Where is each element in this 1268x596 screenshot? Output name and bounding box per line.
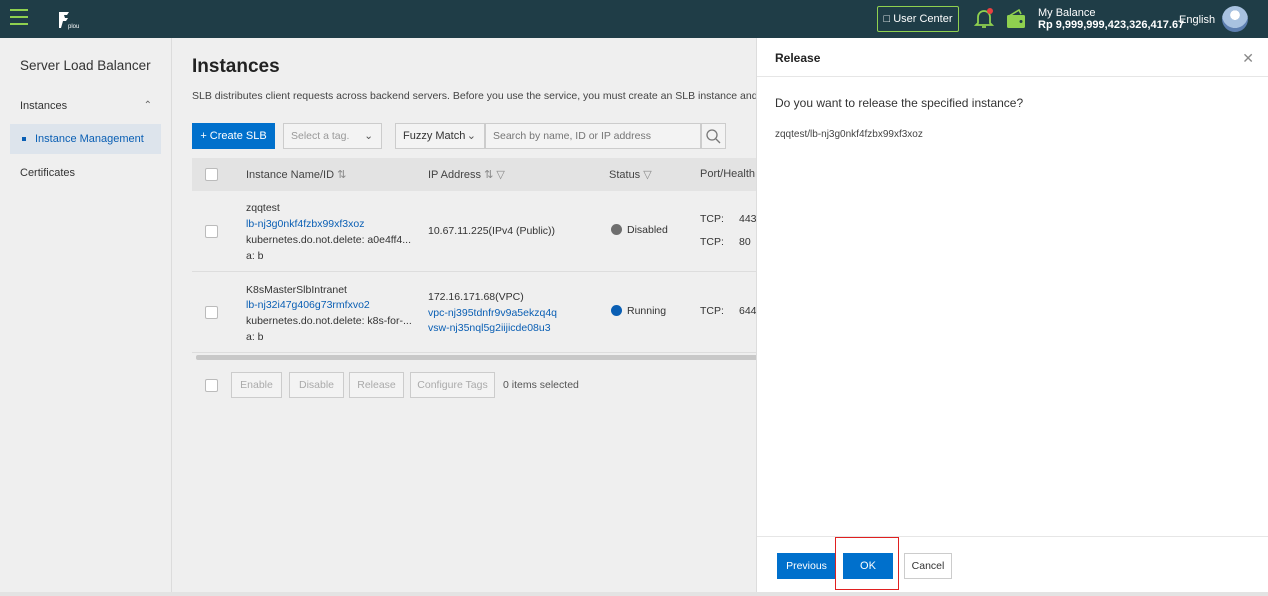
table-row: zqqtest lb-nj3g0nkf4fzbx99xf3xoz kuberne… [192, 191, 756, 272]
status: Running [611, 303, 666, 319]
release-panel: Release ✕ Do you want to release the spe… [756, 38, 1268, 592]
search-button[interactable] [701, 123, 726, 149]
panel-footer: Previous OK Cancel [757, 536, 1268, 592]
release-instance-id: zqqtest/lb-nj3g0nkf4fzbx99xf3xoz [775, 129, 923, 140]
column-header[interactable]: Status ▽ [609, 168, 652, 181]
instance-tag: a: b [246, 250, 264, 262]
search-input[interactable] [485, 123, 701, 149]
bell-icon[interactable] [974, 8, 994, 30]
tag-select[interactable]: Select a tag. ⌄ [283, 123, 382, 149]
chevron-up-icon: ⌃ [143, 100, 152, 111]
sidebar-item-certificates[interactable]: Certificates [20, 167, 75, 179]
instance-tag: kubernetes.do.not.delete: k8s-for-... [246, 315, 412, 327]
ok-button[interactable]: OK [843, 553, 893, 579]
wallet-icon[interactable] [1005, 8, 1027, 30]
bulk-select-checkbox[interactable] [205, 379, 218, 392]
chevron-down-icon: ⌄ [466, 130, 476, 142]
instance-id-link[interactable]: lb-nj32i47g406g73rmfxvo2 [246, 297, 370, 313]
instance-name: zqqtest [246, 202, 280, 214]
table-header: Instance Name/ID ⇅ IP Address ⇅ ▽ Status… [192, 158, 756, 191]
port-number: 644 [739, 305, 756, 317]
language-switcher[interactable]: English [1179, 14, 1215, 26]
match-mode-label: Fuzzy Match [403, 130, 466, 142]
selected-count: 0 items selected [503, 379, 579, 391]
bullet-icon [22, 137, 26, 142]
release-button[interactable]: Release [349, 372, 404, 398]
panel-title: Release [775, 51, 821, 65]
avatar[interactable] [1222, 6, 1248, 32]
status-label: Disabled [627, 224, 668, 236]
bottom-strip [0, 592, 1268, 596]
table-row: K8sMasterSlbIntranet lb-nj32i47g406g73rm… [192, 272, 756, 353]
page-title: Instances [192, 56, 280, 77]
port-protocol: TCP: [700, 213, 724, 225]
create-slb-button[interactable]: + Create SLB [192, 123, 275, 149]
ip-address: 172.16.171.68(VPC) [428, 291, 524, 303]
logo[interactable]: plou [57, 10, 83, 30]
vswitch-link[interactable]: vsw-nj35nql5g2iijicde08u3 [428, 320, 551, 336]
previous-button[interactable]: Previous [777, 553, 836, 579]
instance-tag: kubernetes.do.not.delete: a0e4ff4... [246, 234, 412, 246]
port-protocol: TCP: [700, 305, 724, 317]
row-checkbox[interactable] [205, 225, 218, 238]
chat-icon: □ [883, 13, 891, 25]
close-icon[interactable]: ✕ [1242, 50, 1254, 67]
sidebar: Server Load Balancer Instances ⌃ Instanc… [0, 38, 172, 592]
instance-id-link[interactable]: lb-nj3g0nkf4fzbx99xf3xoz [246, 216, 365, 232]
disabled-icon [611, 224, 622, 235]
running-icon [611, 305, 622, 316]
sidebar-group-label: Instances [20, 100, 68, 112]
user-center-button[interactable]: □ User Center [877, 6, 959, 32]
disable-button[interactable]: Disable [289, 372, 344, 398]
page-description: SLB distributes client requests across b… [192, 90, 756, 102]
configure-tags-button[interactable]: Configure Tags [410, 372, 495, 398]
column-header[interactable]: Port/Health [700, 168, 755, 180]
user-center-label: User Center [893, 13, 953, 25]
balance-value: Rp 9,999,999,423,326,417.67 [1038, 19, 1185, 31]
horizontal-scrollbar[interactable] [196, 355, 756, 360]
port-number: 443 [739, 213, 756, 225]
column-header[interactable]: Instance Name/ID ⇅ [246, 168, 346, 181]
chevron-down-icon: ⌄ [364, 130, 373, 142]
port-protocol: TCP: [700, 236, 724, 248]
sidebar-title: Server Load Balancer [20, 58, 151, 73]
logo-text: plou [68, 24, 79, 30]
balance-label: My Balance [1038, 7, 1096, 19]
top-bar: plou □ User Center My Balance Rp 9,999,9… [0, 0, 1268, 38]
menu-icon[interactable] [10, 9, 28, 27]
balance[interactable]: My Balance Rp 9,999,999,423,326,417.67 [1038, 7, 1184, 31]
main-content: Instances SLB distributes client request… [172, 38, 756, 592]
sidebar-item-instance-management[interactable]: Instance Management [10, 124, 161, 154]
instance-name: K8sMasterSlbIntranet [246, 284, 347, 296]
release-question: Do you want to release the specified ins… [775, 96, 1024, 110]
instance-tag: a: b [246, 331, 264, 343]
sidebar-group-instances[interactable]: Instances ⌃ [20, 100, 160, 112]
ip-address: 10.67.11.225(IPv4 (Public)) [428, 225, 556, 237]
enable-button[interactable]: Enable [231, 372, 282, 398]
sidebar-item-label: Instance Management [35, 133, 144, 145]
port-number: 80 [739, 236, 751, 248]
search-icon [706, 129, 721, 144]
vpc-link[interactable]: vpc-nj395tdnfr9v9a5ekzq4q [428, 305, 557, 321]
status: Disabled [611, 222, 668, 238]
panel-header: Release ✕ [757, 38, 1268, 77]
status-label: Running [627, 305, 667, 317]
select-all-checkbox[interactable] [205, 168, 218, 181]
column-header[interactable]: IP Address ⇅ ▽ [428, 168, 505, 181]
tag-select-placeholder: Select a tag. [291, 130, 350, 142]
row-checkbox[interactable] [205, 306, 218, 319]
cancel-button[interactable]: Cancel [904, 553, 952, 579]
match-mode-select[interactable]: Fuzzy Match ⌄ [395, 123, 485, 149]
